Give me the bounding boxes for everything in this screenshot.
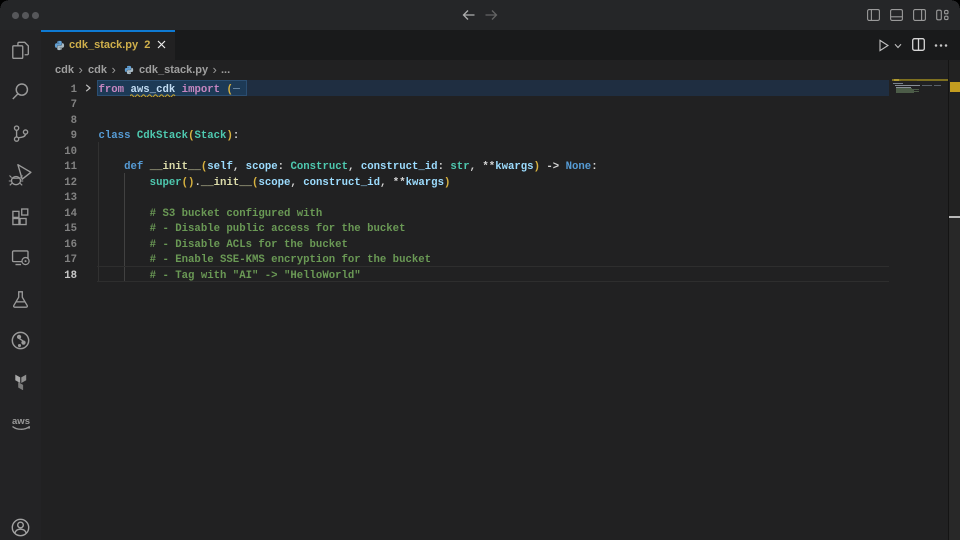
svg-text:aws: aws: [12, 416, 30, 427]
